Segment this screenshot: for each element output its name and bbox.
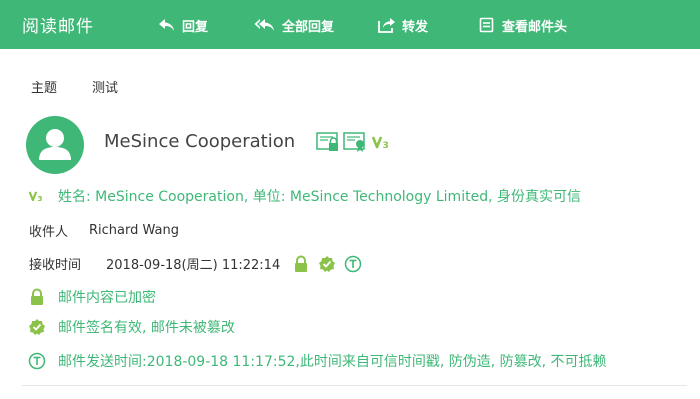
app-title: 阅读邮件 (22, 17, 94, 37)
view-header-label: 查看邮件头 (502, 19, 568, 35)
reply-all-button[interactable]: 全部回复 (254, 15, 334, 35)
lock-icon[interactable] (292, 255, 310, 273)
forward-button[interactable]: 转发 (378, 15, 428, 35)
recipient-value[interactable]: Richard Wang (89, 223, 179, 238)
recipient-label: 收件人 (29, 225, 69, 240)
encrypted-text: 邮件内容已加密 (58, 290, 156, 306)
forward-label: 转发 (402, 19, 429, 35)
lock-icon (28, 288, 46, 306)
verified-icon (28, 318, 46, 336)
signature-text: 邮件签名有效, 邮件未被篡改 (58, 320, 235, 336)
received-label: 接收时间 (29, 258, 82, 273)
timestamp-icon (28, 352, 46, 370)
recipient-row: 收件人 Richard Wang (29, 221, 179, 240)
top-toolbar: 阅读邮件 回复 全部回复 转发 查看邮件头 (0, 0, 700, 49)
subject-label: 主题 (31, 81, 58, 96)
svg-text:3: 3 (383, 141, 389, 151)
identity-line: 3 姓名: MeSince Cooperation, 单位: MeSince T… (28, 186, 581, 206)
received-value: 2018-09-18(周二) 11:22:14 (106, 258, 281, 273)
svg-text:3: 3 (37, 194, 42, 203)
mail-header-icon (479, 17, 494, 33)
v3-icon: 3 (28, 187, 46, 205)
verified-icon[interactable] (318, 255, 336, 273)
received-row: 接收时间 2018-09-18(周二) 11:22:14 (29, 254, 362, 273)
divider (22, 385, 687, 386)
signature-line: 邮件签名有效, 邮件未被篡改 (28, 317, 235, 337)
timestamp-text: 邮件发送时间:2018-09-18 11:17:52,此时间来自可信时间戳, 防… (58, 354, 607, 370)
sender-name: MeSince Cooperation (104, 131, 296, 152)
certificate-seal-icon[interactable] (343, 131, 367, 153)
certificate-lock-icon[interactable] (316, 131, 340, 153)
subject-value: 测试 (92, 81, 119, 96)
reply-icon (159, 19, 174, 31)
timestamp-line: 邮件发送时间:2018-09-18 11:17:52,此时间来自可信时间戳, 防… (28, 351, 607, 371)
forward-icon (378, 18, 395, 33)
identity-text: 姓名: MeSince Cooperation, 单位: MeSince Tec… (58, 189, 581, 205)
view-header-button[interactable]: 查看邮件头 (478, 15, 567, 35)
v3-icon[interactable]: 3 (371, 131, 393, 153)
avatar (26, 116, 84, 174)
reply-all-label: 全部回复 (282, 19, 335, 35)
avatar-icon (39, 129, 71, 160)
encrypted-line: 邮件内容已加密 (28, 287, 156, 307)
reply-label: 回复 (182, 19, 209, 35)
subject-row: 主题 测试 (31, 77, 118, 96)
reply-all-icon (254, 19, 274, 31)
reply-button[interactable]: 回复 (158, 15, 208, 35)
timestamp-icon[interactable] (344, 255, 362, 273)
